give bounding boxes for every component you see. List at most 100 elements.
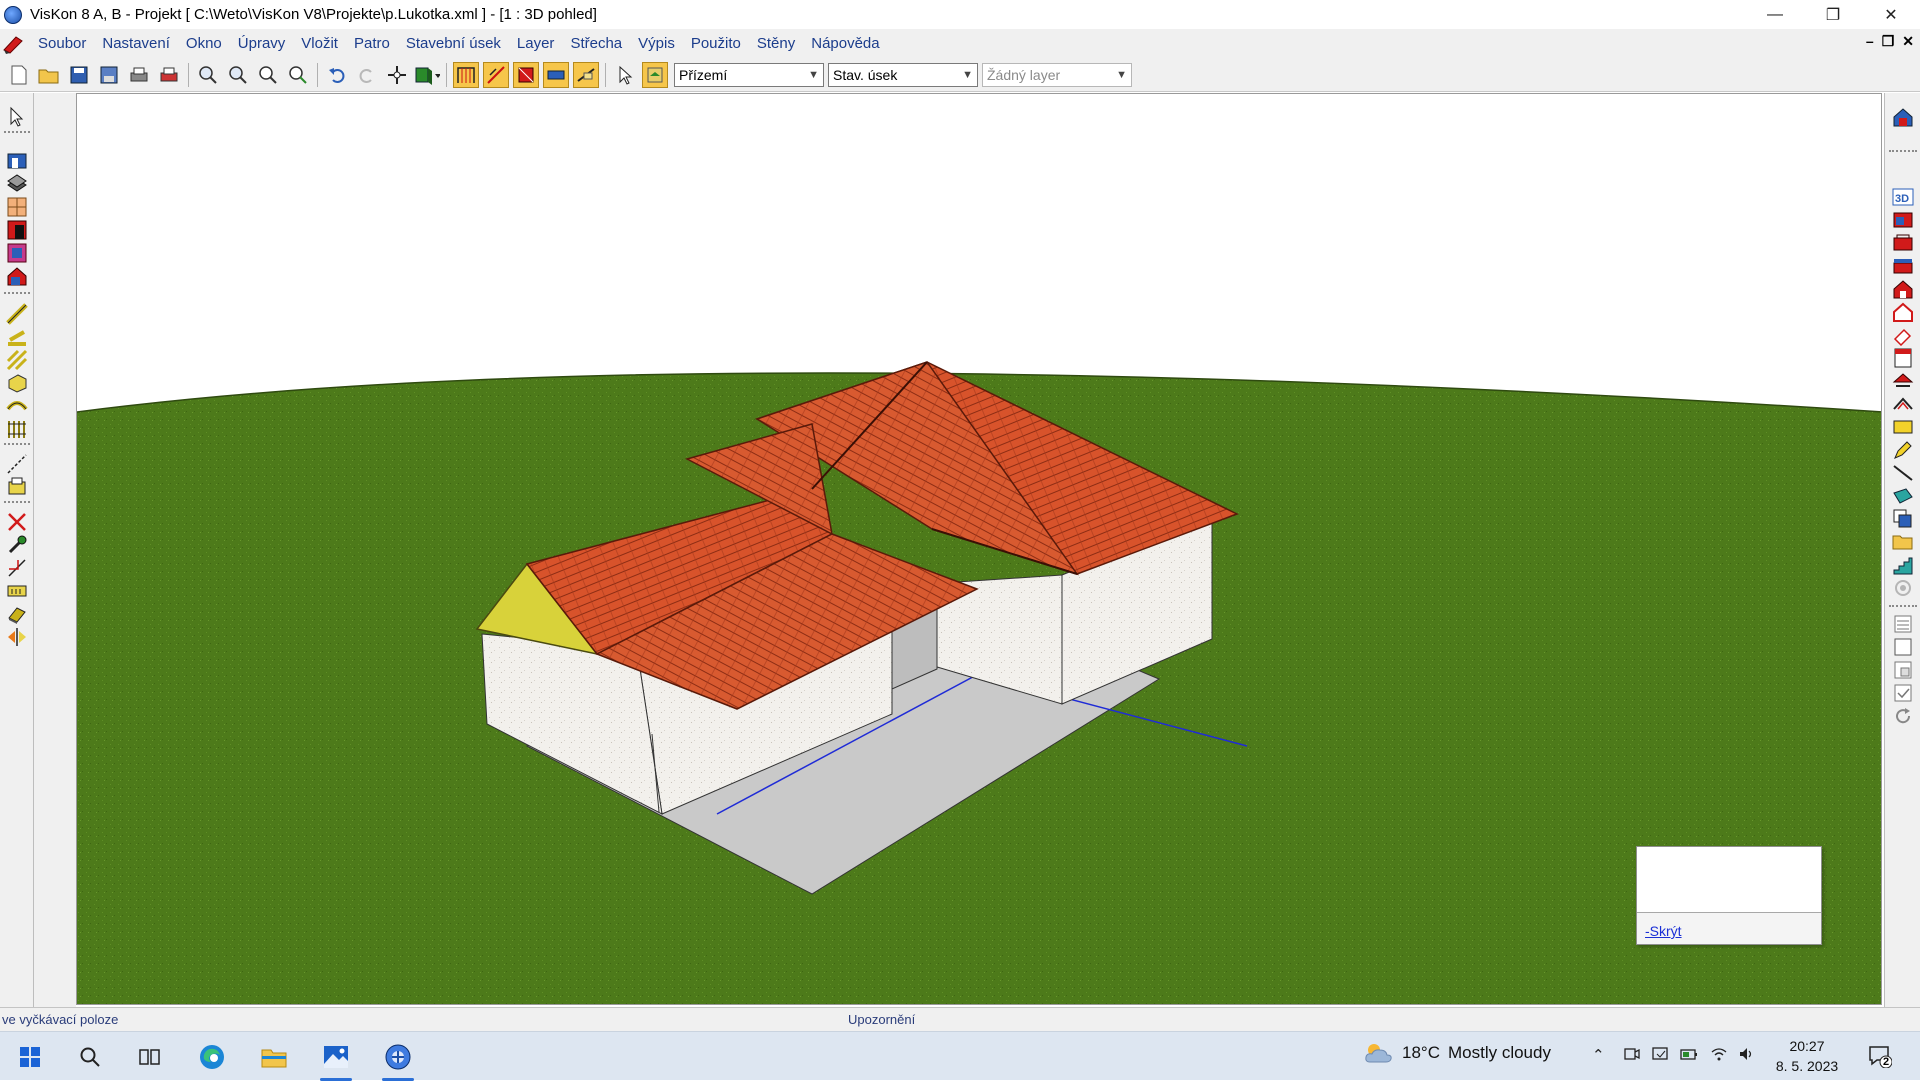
- file-explorer-icon[interactable]: [254, 1038, 294, 1076]
- opening-tool-icon[interactable]: [6, 242, 28, 264]
- edge-browser-icon[interactable]: [192, 1038, 232, 1076]
- mdi-restore-button[interactable]: ❐: [1882, 33, 1895, 50]
- wall-view-icon[interactable]: [1892, 209, 1914, 231]
- beam-tool-icon[interactable]: [6, 303, 28, 325]
- door-tool-icon[interactable]: [6, 219, 28, 241]
- mirror-tool-icon[interactable]: [6, 626, 28, 648]
- menu-layer[interactable]: Layer: [509, 29, 563, 59]
- meet-now-icon[interactable]: [1624, 1046, 1640, 1066]
- plate-icon[interactable]: [1892, 416, 1914, 438]
- menu-soubor[interactable]: Soubor: [30, 29, 94, 59]
- open-folder-icon[interactable]: [36, 62, 62, 88]
- zoom-out-icon[interactable]: [225, 62, 251, 88]
- mdi-minimize-button[interactable]: –: [1866, 33, 1874, 50]
- save-icon[interactable]: [66, 62, 92, 88]
- print-preview-icon[interactable]: [156, 62, 182, 88]
- house-red-icon[interactable]: [1892, 278, 1914, 300]
- roof-view-icon[interactable]: [1892, 370, 1914, 392]
- hide-notification-link[interactable]: -Skrýt: [1645, 923, 1682, 939]
- chevron-up-icon[interactable]: ⌃: [1592, 1046, 1605, 1064]
- undo-icon[interactable]: [324, 62, 350, 88]
- roof-outline-icon[interactable]: [1892, 393, 1914, 415]
- floor-select[interactable]: Přízemí ▼: [674, 63, 824, 87]
- 3d-view-icon[interactable]: 3D: [1892, 186, 1914, 208]
- close-button[interactable]: ✕: [1862, 0, 1920, 29]
- menu-pouzito[interactable]: Použito: [683, 29, 749, 59]
- diagonal-line-icon[interactable]: [1892, 462, 1914, 484]
- measure-tool-icon[interactable]: [6, 557, 28, 579]
- wall-edit-icon[interactable]: [483, 62, 509, 88]
- device-icon[interactable]: [1652, 1046, 1670, 1066]
- elevation-icon[interactable]: [1892, 255, 1914, 277]
- save-as-icon[interactable]: [96, 62, 122, 88]
- refresh-icon[interactable]: [1892, 705, 1914, 727]
- photos-app-icon[interactable]: [316, 1038, 356, 1081]
- furniture-tool-icon[interactable]: [6, 476, 28, 498]
- pointer-icon[interactable]: [6, 106, 28, 128]
- roof-tool-icon[interactable]: [513, 62, 539, 88]
- 3d-viewport[interactable]: [76, 93, 1882, 1005]
- 3d-scene[interactable]: [77, 94, 1882, 1005]
- zoom-window-icon[interactable]: [255, 62, 281, 88]
- pan-icon[interactable]: [384, 62, 410, 88]
- new-file-icon[interactable]: [6, 62, 32, 88]
- menu-upravy[interactable]: Úpravy: [230, 29, 294, 59]
- zoom-in-icon[interactable]: [195, 62, 221, 88]
- section-tool-icon[interactable]: [6, 603, 28, 625]
- task-view-icon[interactable]: [130, 1038, 170, 1076]
- menu-strecha[interactable]: Střecha: [562, 29, 630, 59]
- zoom-all-icon[interactable]: [285, 62, 311, 88]
- dimension-tool-icon[interactable]: [573, 62, 599, 88]
- menu-nastaveni[interactable]: Nastavení: [94, 29, 178, 59]
- ceiling-icon[interactable]: [6, 173, 28, 195]
- weather-widget[interactable]: 18°C Mostly cloudy: [1362, 1040, 1551, 1066]
- folder-icon[interactable]: [1892, 531, 1914, 553]
- eraser-icon[interactable]: [1892, 324, 1914, 347]
- menu-patro[interactable]: Patro: [346, 29, 398, 59]
- wifi-icon[interactable]: [1710, 1046, 1728, 1066]
- draw-wall-icon[interactable]: [453, 62, 479, 88]
- menu-vypis[interactable]: Výpis: [630, 29, 683, 59]
- stair-tool-icon[interactable]: [6, 418, 28, 440]
- surface-icon[interactable]: [1892, 485, 1914, 507]
- print-icon[interactable]: [126, 62, 152, 88]
- battery-icon[interactable]: [1680, 1046, 1698, 1066]
- menu-stavebni-usek[interactable]: Stavební úsek: [398, 29, 509, 59]
- minimize-button[interactable]: —: [1746, 0, 1804, 29]
- page-icon[interactable]: [1892, 659, 1914, 681]
- house-outline-icon[interactable]: [1892, 301, 1914, 323]
- arc-tool-icon[interactable]: [6, 395, 28, 417]
- layers-icon[interactable]: [642, 62, 668, 88]
- list-icon[interactable]: [1892, 613, 1914, 635]
- house-view-icon[interactable]: [1892, 106, 1914, 128]
- restore-button[interactable]: ❐: [1804, 0, 1862, 29]
- pencil-icon[interactable]: [1892, 439, 1914, 461]
- notification-center-icon[interactable]: 2: [1868, 1044, 1893, 1071]
- redo-icon[interactable]: [354, 62, 380, 88]
- wall-icon[interactable]: [6, 150, 28, 172]
- document-view-icon[interactable]: [1892, 347, 1914, 369]
- numbering-tool-icon[interactable]: [6, 580, 28, 602]
- block-tool-icon[interactable]: [6, 372, 28, 394]
- render-mode-icon[interactable]: [414, 62, 440, 88]
- modify-tool-icon[interactable]: [6, 534, 28, 556]
- viskon-taskbar-icon[interactable]: [378, 1038, 418, 1081]
- menu-vlozit[interactable]: Vložit: [293, 29, 346, 59]
- system-clock[interactable]: 20:27 8. 5. 2023: [1770, 1036, 1844, 1076]
- delete-tool-icon[interactable]: [6, 511, 28, 533]
- menu-okno[interactable]: Okno: [178, 29, 230, 59]
- frame-icon[interactable]: [1892, 636, 1914, 658]
- floor-tool-icon[interactable]: [543, 62, 569, 88]
- stairs-view-icon[interactable]: [1892, 554, 1914, 576]
- floor-plan-icon[interactable]: [1892, 232, 1914, 254]
- rafter-tool-icon[interactable]: [6, 326, 28, 348]
- mdi-close-button[interactable]: ✕: [1902, 33, 1914, 50]
- section-select[interactable]: Stav. úsek ▼: [828, 63, 978, 87]
- search-icon[interactable]: [70, 1038, 110, 1076]
- house-tool-icon[interactable]: [6, 265, 28, 287]
- volume-icon[interactable]: [1738, 1046, 1756, 1066]
- line-tool-icon[interactable]: [6, 453, 28, 475]
- truss-tool-icon[interactable]: [6, 349, 28, 371]
- copy-icon[interactable]: [1892, 508, 1914, 530]
- window-tool-icon[interactable]: [6, 196, 28, 218]
